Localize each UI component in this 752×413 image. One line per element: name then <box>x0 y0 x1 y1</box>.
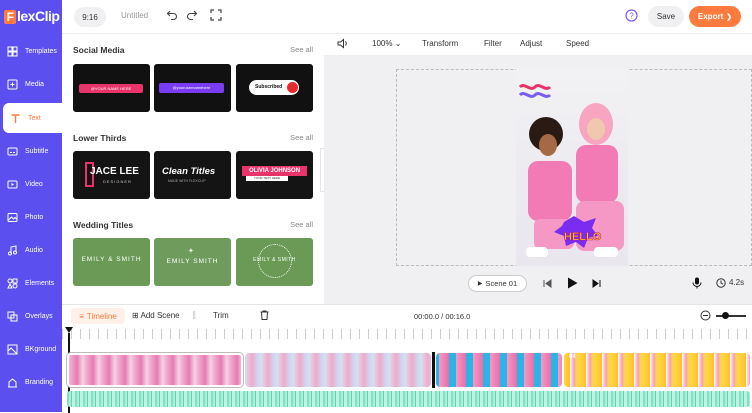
time-ruler <box>62 329 752 339</box>
video-preview[interactable]: HELLO <box>516 69 628 266</box>
audio-icon <box>6 244 18 256</box>
trash-icon[interactable] <box>260 310 269 322</box>
see-all-link[interactable]: See all <box>290 45 313 54</box>
trim-button[interactable]: Trim <box>213 311 229 320</box>
app-logo: FlexClip <box>4 8 60 28</box>
sidebar-item-video[interactable]: Video <box>0 169 62 199</box>
sidebar-item-media[interactable]: Media <box>0 69 62 99</box>
preview-stage: HELLO ▶ Scene 01 4.2s <box>324 56 752 304</box>
timeline-clip[interactable] <box>436 353 562 387</box>
chevron-down-icon: ⌄ <box>394 39 402 48</box>
elements-icon <box>6 277 18 289</box>
text-template-tile[interactable]: Clean Titles MADE WITH FLEXCLIP <box>154 151 231 199</box>
clock-icon <box>716 278 726 290</box>
text-icon <box>9 112 21 124</box>
bell-icon <box>287 82 298 93</box>
aspect-ratio-button[interactable]: 9:16 <box>74 7 106 27</box>
scene-duration: 4.2s <box>729 278 745 287</box>
sidebar-item-subtitle[interactable]: Subtitle <box>0 136 62 166</box>
play-small-icon: ▶ <box>477 281 483 287</box>
hello-sticker[interactable]: HELLO <box>564 231 602 244</box>
top-bar: 9:16 Untitled ? Save Export ❯ <box>62 0 752 34</box>
audio-track[interactable] <box>67 391 750 407</box>
adjust-button[interactable]: Adjust <box>520 39 542 48</box>
sidebar-item-branding[interactable]: Branding <box>0 367 62 397</box>
text-template-tile[interactable]: EMILY SMITH ✦ <box>154 238 231 286</box>
zoom-dropdown[interactable]: 100% ⌄ <box>372 39 401 48</box>
svg-text:?: ? <box>629 11 634 20</box>
transition-marker[interactable] <box>432 352 435 388</box>
help-icon[interactable]: ? <box>625 9 638 24</box>
previous-icon[interactable] <box>543 279 552 290</box>
section-title: Wedding Titles <box>73 220 134 230</box>
section-title: Lower Thirds <box>73 133 127 143</box>
text-template-tile[interactable]: EMILY & SMITH <box>236 238 313 286</box>
timeline-clip[interactable] <box>245 353 431 387</box>
text-template-tile[interactable]: JACE LEE DESIGNER <box>73 151 150 199</box>
fullscreen-icon[interactable] <box>210 9 222 23</box>
sidebar-item-photo[interactable]: Photo <box>0 202 62 232</box>
zoom-slider-handle[interactable] <box>722 312 729 319</box>
text-template-tile[interactable]: EMILY & SMITH <box>73 238 150 286</box>
see-all-link[interactable]: See all <box>290 133 313 142</box>
sidebar-item-overlays[interactable]: Overlays <box>0 301 62 331</box>
play-icon[interactable] <box>567 277 578 291</box>
scene-button[interactable]: ▶ Scene 01 <box>468 275 527 292</box>
transform-button[interactable]: Transform <box>422 39 458 48</box>
time-readout: 00:00.0 / 00:16.0 <box>414 312 471 321</box>
templates-icon <box>6 45 18 57</box>
timeline-icon: ≡ <box>79 311 84 321</box>
branding-icon <box>6 376 18 388</box>
media-icon <box>6 78 18 90</box>
microphone-icon[interactable] <box>692 277 702 291</box>
sidebar-item-elements[interactable]: Elements <box>0 268 62 298</box>
add-scene-button[interactable]: ⊞ Add Scene <box>132 311 180 320</box>
redo-icon[interactable] <box>186 9 198 23</box>
see-all-link[interactable]: See all <box>290 220 313 229</box>
next-icon[interactable] <box>592 279 601 290</box>
sidebar-item-templates[interactable]: Templates <box>0 36 62 66</box>
text-template-tile[interactable]: @yourusernamehere <box>154 64 231 112</box>
undo-icon[interactable] <box>166 9 178 23</box>
save-button[interactable]: Save <box>648 6 684 27</box>
edit-toolbar: 100% ⌄ Transform Filter Adjust Speed <box>324 34 752 56</box>
text-template-tile[interactable]: OLIVIA JOHNSON YOUR TEXT HERE <box>236 151 313 199</box>
speed-button[interactable]: Speed <box>566 39 589 48</box>
timeline-clip[interactable]: 04 <box>564 353 750 387</box>
sidebar-item-background[interactable]: BKground <box>0 334 62 364</box>
zoom-out-icon[interactable] <box>700 310 711 323</box>
sidebar: FlexClip Templates Media Text Subtitle V… <box>0 0 62 412</box>
chevron-right-icon: ❯ <box>726 13 733 21</box>
text-panel: Social Media See all @YOUR NAME HERE @yo… <box>62 34 332 304</box>
plus-box-icon: ⊞ <box>132 311 139 320</box>
subtitle-icon <box>6 145 18 157</box>
split-icon[interactable]: ⫿ <box>193 311 196 321</box>
volume-icon[interactable] <box>337 38 349 51</box>
overlays-icon <box>6 310 18 322</box>
text-template-tile[interactable]: @YOUR NAME HERE <box>73 64 150 112</box>
sidebar-item-text[interactable]: Text <box>3 103 62 133</box>
section-title: Social Media <box>73 45 125 55</box>
arrow-ornament-icon: ✦ <box>188 248 194 255</box>
timeline-clip[interactable] <box>67 353 243 387</box>
project-title[interactable]: Untitled <box>121 11 148 20</box>
zoom-slider[interactable] <box>716 315 746 317</box>
timeline: ≡ Timeline ⊞ Add Scene ⫿ Trim 00:00.0 / 0… <box>62 304 752 413</box>
timeline-tab[interactable]: ≡ Timeline <box>71 308 125 324</box>
sidebar-item-audio[interactable]: Audio <box>0 235 62 265</box>
export-button[interactable]: Export ❯ <box>689 6 741 27</box>
video-icon <box>6 178 18 190</box>
filter-button[interactable]: Filter <box>484 39 502 48</box>
text-template-tile[interactable]: Subscribed <box>236 64 313 112</box>
photo-icon <box>6 211 18 223</box>
background-icon <box>6 343 18 355</box>
